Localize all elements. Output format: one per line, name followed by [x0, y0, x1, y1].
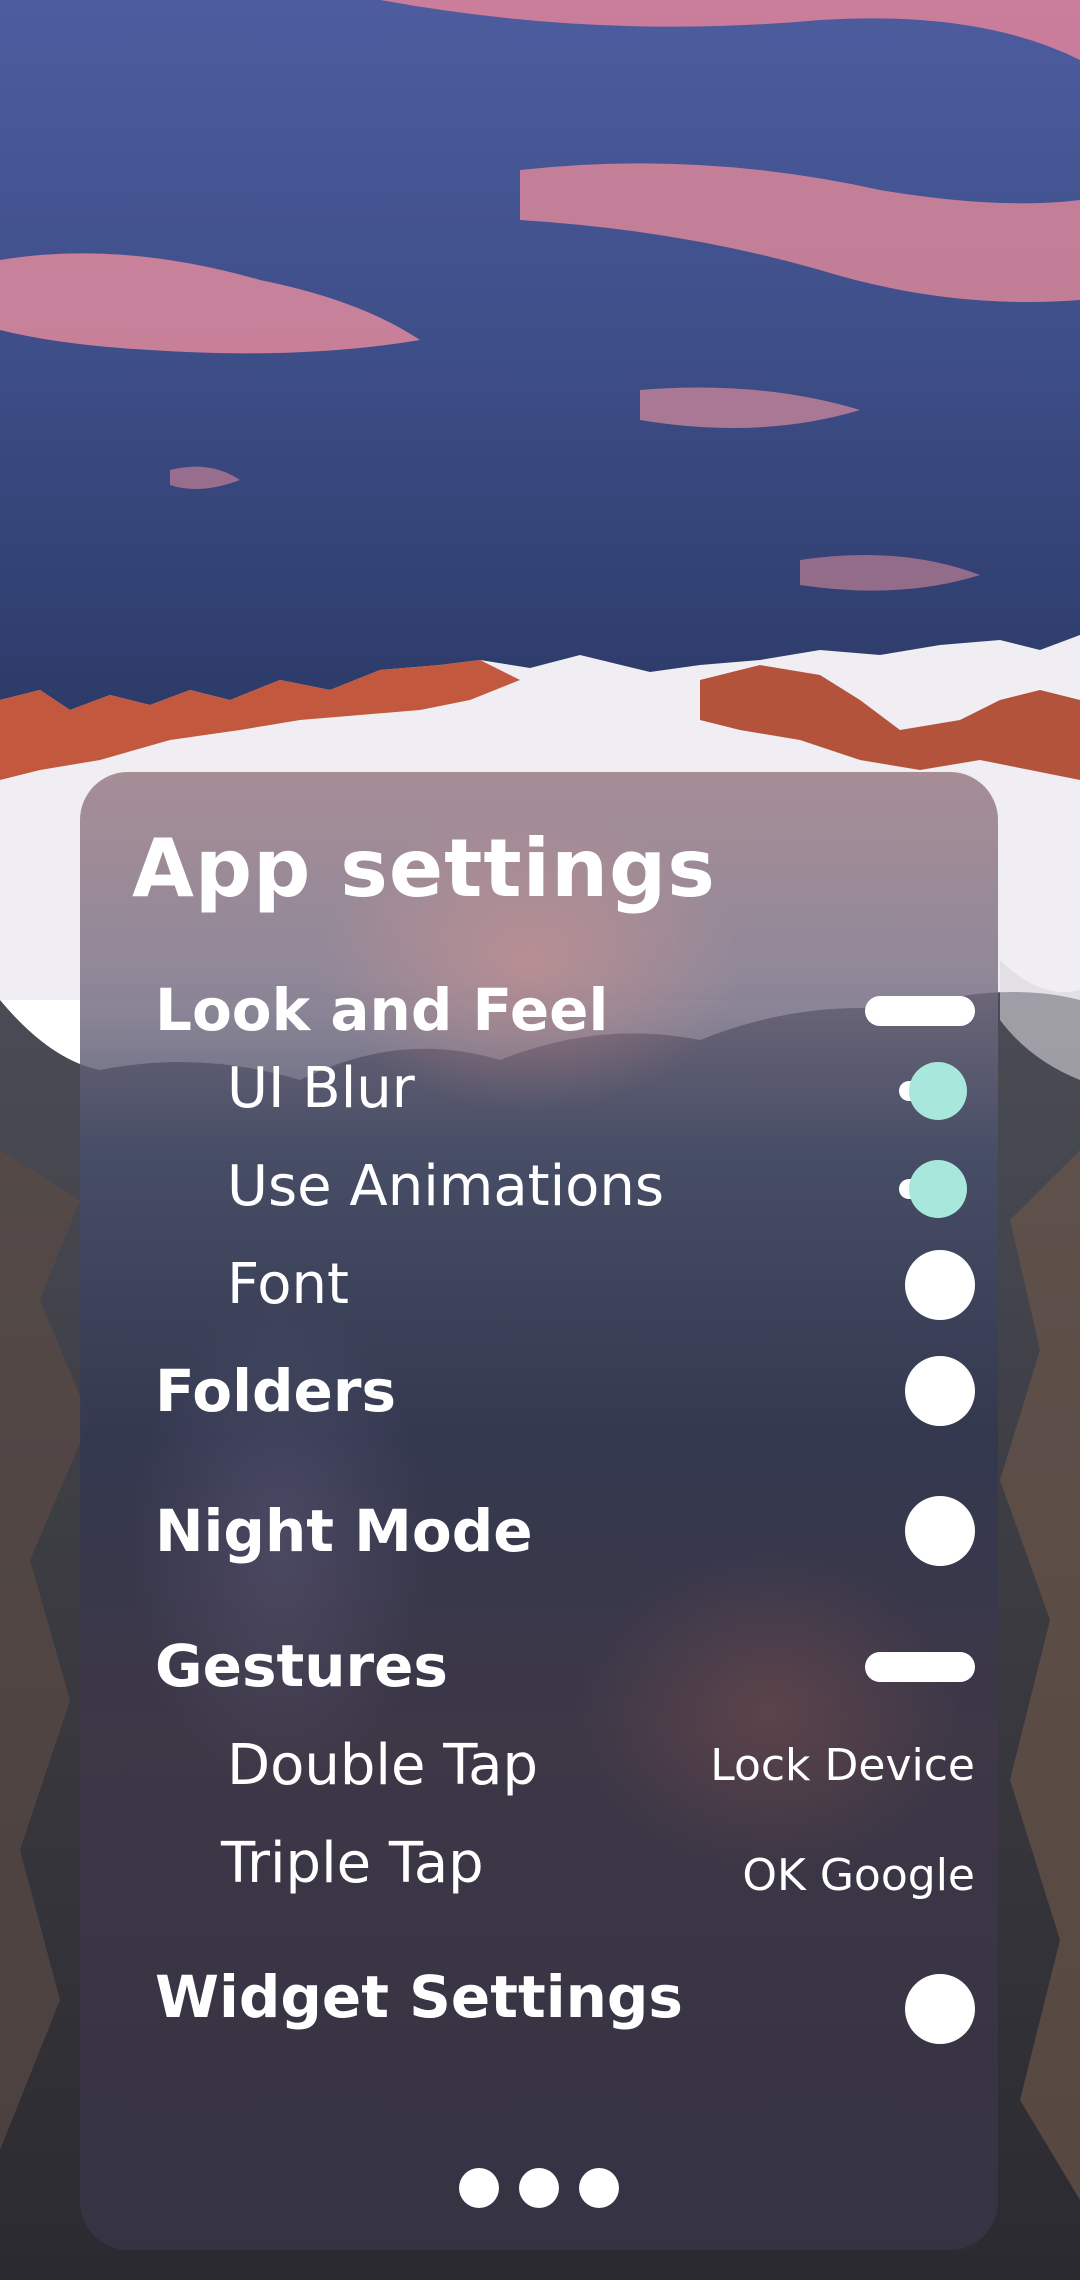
switch-thumb [909, 1062, 967, 1120]
setting-label: Double Tap [227, 1733, 539, 1798]
section-folders[interactable]: Folders [155, 1346, 975, 1436]
section-label: Folders [155, 1357, 396, 1425]
setting-label: Use Animations [227, 1154, 665, 1219]
circle-icon [905, 1356, 975, 1426]
circle-icon [905, 1496, 975, 1566]
setting-label: UI Blur [227, 1056, 415, 1121]
setting-label: Font [227, 1252, 349, 1317]
setting-label: Triple Tap [221, 1831, 484, 1896]
section-widget-settings[interactable]: Widget Settings [155, 1952, 975, 2044]
page-dot[interactable] [519, 2168, 559, 2208]
expand-night-mode-button[interactable] [855, 1486, 975, 1576]
setting-triple-tap[interactable]: Triple Tap OK Google [155, 1819, 975, 1909]
switch-thumb [909, 1160, 967, 1218]
double-tap-value[interactable]: Lock Device [710, 1721, 975, 1811]
expand-font-button[interactable] [855, 1240, 975, 1330]
expand-folders-button[interactable] [855, 1346, 975, 1436]
section-gestures[interactable]: Gestures [155, 1621, 975, 1711]
section-label: Widget Settings [155, 1963, 683, 2031]
triple-tap-value[interactable]: OK Google [742, 1831, 975, 1921]
collapse-section-button[interactable] [855, 1621, 975, 1711]
use-animations-toggle[interactable] [855, 1142, 975, 1232]
section-night-mode[interactable]: Night Mode [155, 1486, 975, 1576]
setting-font[interactable]: Font [155, 1240, 975, 1330]
section-label: Look and Feel [155, 976, 609, 1044]
section-label: Gestures [155, 1632, 448, 1700]
expand-widget-settings-button[interactable] [855, 1964, 975, 2054]
section-look-and-feel[interactable]: Look and Feel [155, 965, 975, 1055]
collapse-bar-icon [865, 996, 975, 1026]
page-dot[interactable] [579, 2168, 619, 2208]
setting-double-tap[interactable]: Double Tap Lock Device [155, 1721, 975, 1811]
circle-icon [905, 1250, 975, 1320]
circle-icon [905, 1974, 975, 2044]
collapse-bar-icon [865, 1652, 975, 1682]
section-label: Night Mode [155, 1497, 533, 1565]
setting-use-animations[interactable]: Use Animations [155, 1142, 975, 1232]
setting-ui-blur[interactable]: UI Blur [155, 1044, 975, 1134]
page-indicator[interactable] [80, 2168, 998, 2208]
ui-blur-toggle[interactable] [855, 1044, 975, 1134]
collapse-section-button[interactable] [855, 965, 975, 1055]
page-dot[interactable] [459, 2168, 499, 2208]
